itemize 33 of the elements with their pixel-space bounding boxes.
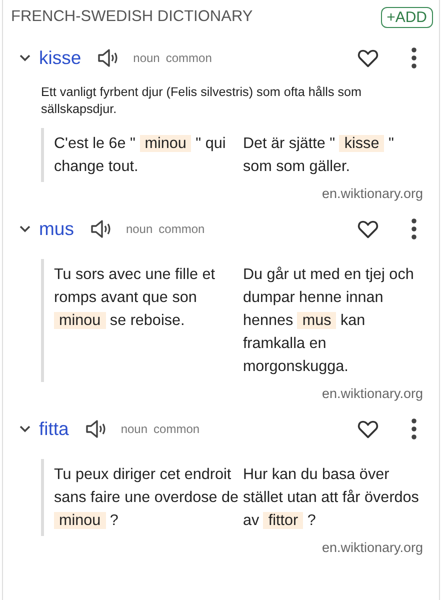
source-link[interactable]: en.wiktionary.org <box>322 186 423 201</box>
headword: mus <box>39 218 74 240</box>
headword: fitta <box>39 418 69 440</box>
swedish-example: Det är sjätte " kisse " som som gäller. <box>242 134 395 177</box>
word-tag: noun <box>120 422 148 436</box>
speaker-icon[interactable] <box>84 419 107 439</box>
heart-icon[interactable] <box>357 219 379 239</box>
word-tag: noun <box>133 51 160 65</box>
word-tag: common <box>166 51 212 65</box>
chevron-down-icon[interactable] <box>19 225 31 233</box>
french-example: Tu sors avec une fille et romps avant que son minou se reboise. <box>53 265 216 331</box>
headword: kisse <box>39 47 82 69</box>
speaker-icon[interactable] <box>97 48 120 68</box>
swedish-example: Du går ut med en tjej och dumpar henne innan hennes mus kan framkalla en morgonskugga. <box>242 265 415 377</box>
add-button[interactable]: +ADD <box>380 6 433 28</box>
more-options-icon[interactable] <box>411 418 417 440</box>
dictionary-title: FRENCH-SWEDISH DICTIONARY <box>11 8 253 26</box>
definition-text: Ett vanligt fyrbent djur (Felis silvestris) som ofta hålls som sällskapsdjur. <box>41 84 363 118</box>
speaker-icon[interactable] <box>90 219 112 239</box>
source-link[interactable]: en.wiktionary.org <box>322 540 423 555</box>
more-options-icon[interactable] <box>411 47 417 69</box>
heart-icon[interactable] <box>357 419 379 439</box>
source-link[interactable]: en.wiktionary.org <box>322 386 423 401</box>
chevron-down-icon[interactable] <box>19 425 31 433</box>
chevron-down-icon[interactable] <box>19 54 31 62</box>
word-tag: common <box>154 422 200 436</box>
swedish-example: Hur kan du basa över stället utan att får överdos av fittor ? <box>242 465 420 531</box>
heart-icon[interactable] <box>357 48 379 68</box>
word-tag: common <box>158 222 205 236</box>
word-tag: noun <box>126 222 153 236</box>
more-options-icon[interactable] <box>411 218 417 240</box>
french-example: C'est le 6e " minou " qui change tout. <box>53 134 227 177</box>
french-example: Tu peux diriger cet endroit sans faire une overdose de minou ? <box>53 465 240 531</box>
